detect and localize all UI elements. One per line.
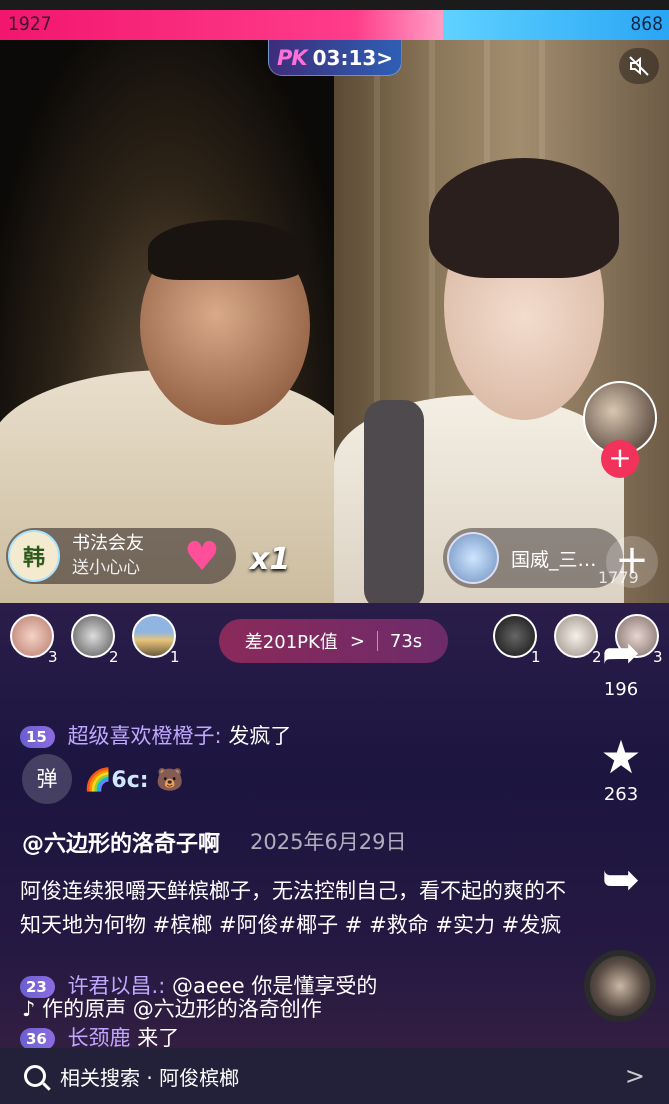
anchor-logo-icon: [447, 532, 499, 584]
music-credit[interactable]: ♪ 作的原声 @六边形的洛奇创作: [22, 993, 322, 1023]
comment-item[interactable]: 15 超级喜欢橙橙子: 发疯了: [20, 720, 291, 750]
pk-left-score: 1927: [8, 13, 52, 35]
right-side-count: 1779: [598, 568, 639, 587]
pk-right-score-fill: 868: [442, 10, 669, 40]
pk-countdown: 03:13>: [312, 45, 394, 70]
comment-user: 超级喜欢橙橙子:: [67, 724, 222, 748]
pk-diff-text: 差201PK值: [244, 632, 338, 653]
left-fan-rank: 1: [170, 648, 180, 666]
comment-text: 来了: [137, 1026, 180, 1050]
video-date: 2025年6月29日: [250, 830, 407, 854]
right-anchor-badge[interactable]: 国威_三…: [443, 528, 623, 588]
music-title: 作的原声 @六边形的洛奇创作: [42, 997, 322, 1021]
left-anchor-video[interactable]: [0, 40, 334, 603]
gift-sender-avatar[interactable]: 韩: [8, 530, 60, 582]
star-icon: ★: [600, 730, 642, 784]
pk-diff-countdown: 73s: [389, 630, 423, 652]
pk-logo: PK: [276, 45, 308, 70]
right-anchor-video[interactable]: [334, 40, 669, 603]
favorite-action[interactable]: ★ 263: [590, 730, 652, 805]
video-description[interactable]: 阿俊连续狠嚼天鲜槟榔子，无法控制自己，看不起的爽的不知天地为何物 #槟榔 #阿俊…: [20, 874, 580, 942]
share-arrow-icon: ➦: [601, 625, 641, 679]
comment-user: 长颈鹿: [67, 1026, 131, 1050]
left-fan-rank: 2: [109, 648, 119, 666]
right-person-strap: [364, 400, 424, 603]
mute-button[interactable]: [619, 48, 659, 84]
right-person-hair: [429, 158, 619, 278]
favorite-count: 263: [603, 784, 639, 805]
search-icon: [24, 1065, 46, 1087]
divider: [376, 631, 378, 651]
share-count: 196: [603, 679, 639, 700]
pk-left-score-fill: 1927: [0, 10, 443, 40]
right-fan-rank: 3: [653, 648, 663, 666]
chevron-right-icon: >: [624, 1062, 645, 1090]
video-author[interactable]: @六边形的洛奇子啊: [22, 826, 220, 858]
right-fan-rank: 1: [531, 648, 541, 666]
chevron-right-icon: >: [349, 630, 365, 652]
music-disc[interactable]: [584, 950, 656, 1022]
user-level-badge: 15: [20, 726, 55, 748]
pk-score-bar: 1927 868: [0, 10, 669, 40]
danmu-toggle-button[interactable]: 弹: [22, 754, 72, 804]
gift-action-text: 送小心心: [72, 558, 140, 578]
mute-icon: [629, 56, 649, 76]
right-anchor-name: 国威_三…: [511, 548, 597, 571]
heart-gift-icon: ♥: [184, 534, 220, 580]
pk-difference-pill[interactable]: 差201PK值 > 73s: [219, 619, 448, 663]
left-person-hair: [148, 220, 303, 280]
share-action[interactable]: ➦ 196: [590, 625, 652, 700]
user-level-badge: 36: [20, 1028, 55, 1050]
left-fan-rank: 3: [48, 648, 58, 666]
status-strip: [0, 0, 669, 10]
forward-arrow-icon: ➥: [601, 852, 641, 906]
follow-button[interactable]: +: [601, 440, 639, 478]
related-search-label: 相关搜索 · 阿俊槟榔: [60, 1065, 240, 1090]
gift-count: x1: [250, 542, 291, 577]
comment-text: 发疯了: [228, 724, 292, 748]
pk-timer-pill[interactable]: PK 03:13>: [268, 40, 402, 76]
pk-right-score: 868: [630, 13, 663, 35]
comment-emoji-line: 🌈6c: 🐻: [84, 768, 184, 793]
related-search-bar[interactable]: 相关搜索 · 阿俊槟榔 >: [0, 1048, 669, 1104]
tiktok-note-icon: ♪: [22, 997, 43, 1021]
forward-action[interactable]: ➥: [590, 852, 652, 906]
gift-sender-name: 书法会友: [72, 533, 144, 554]
gift-notification-banner: 韩 书法会友 送小心心 ♥: [6, 528, 236, 584]
